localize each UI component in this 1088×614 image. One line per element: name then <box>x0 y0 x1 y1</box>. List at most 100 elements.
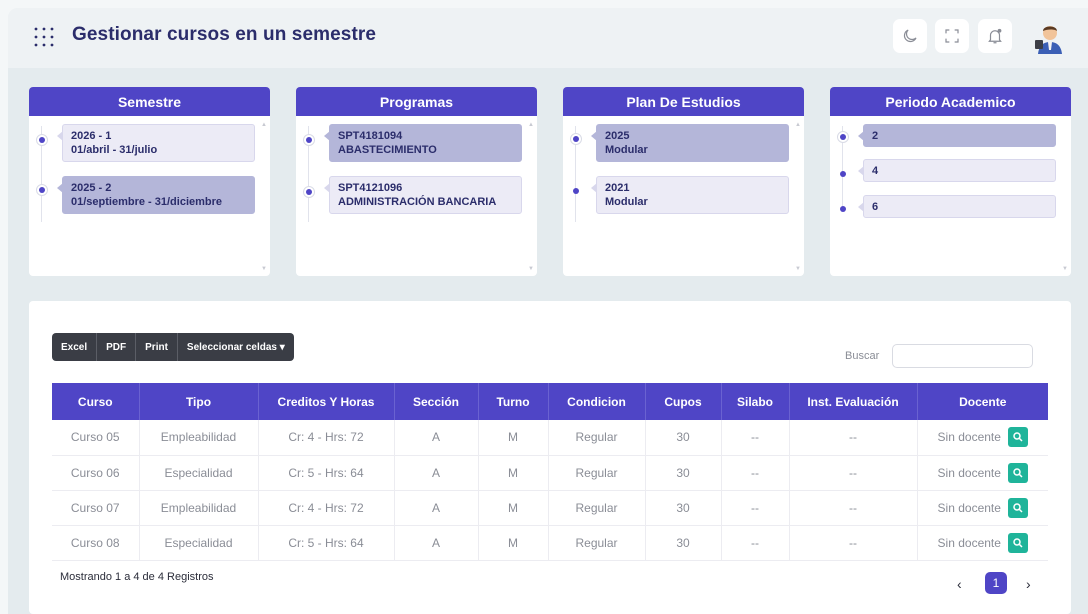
scroll-up-icon[interactable]: ▲ <box>795 122 801 128</box>
semestre-option-selected[interactable]: 2025 - 2 01/septiembre - 31/diciembre <box>57 176 255 214</box>
plan-option-selected[interactable]: 2025 Modular <box>591 124 789 162</box>
card-title: Periodo Academico <box>830 87 1071 116</box>
cell-turno: M <box>478 490 549 526</box>
cell-docente: Sin docente <box>917 490 1048 526</box>
pagination-page-button[interactable]: 1 <box>985 572 1007 594</box>
item-code: SPT4181094 <box>338 130 403 142</box>
cell-condicion: Regular <box>548 525 646 561</box>
cell-inst-evaluacion: -- <box>789 490 918 526</box>
programa-option-selected[interactable]: SPT4181094 ABASTECIMIENTO <box>324 124 522 162</box>
assign-docente-button[interactable] <box>1007 462 1028 483</box>
grid-menu-icon[interactable] <box>32 25 56 49</box>
programa-option[interactable]: SPT4121096 ADMINISTRACIÓN BANCARIA <box>324 176 522 214</box>
item-code: 2021 <box>605 182 630 194</box>
cell-docente: Sin docente <box>917 525 1048 561</box>
item-detail: ADMINISTRACIÓN BANCARIA <box>338 196 497 208</box>
programas-card: Programas SPT4181094 ABASTECIMIENTO SPT4… <box>296 87 537 276</box>
search-label: Buscar <box>845 350 880 362</box>
search-icon <box>1013 432 1023 442</box>
user-avatar[interactable] <box>1032 18 1068 54</box>
select-cells-dropdown[interactable]: Seleccionar celdas ▾ <box>178 333 294 361</box>
pdf-button[interactable]: PDF <box>97 333 137 361</box>
assign-docente-button[interactable] <box>1007 497 1028 518</box>
search-input[interactable] <box>892 344 1033 368</box>
cell-inst-evaluacion: -- <box>789 525 918 561</box>
plan-estudios-card: Plan De Estudios 2025 Modular 2021 Modul… <box>563 87 804 276</box>
periodo-option-selected[interactable]: 2 <box>858 124 1056 147</box>
periodo-option[interactable]: 4 <box>858 159 1056 182</box>
assign-docente-button[interactable] <box>1007 427 1028 448</box>
cell-seccion: A <box>394 490 479 526</box>
item-code: SPT4121096 <box>338 182 403 194</box>
top-header: Gestionar cursos en un semestre <box>8 8 1088 68</box>
table-row: Curso 07 Empleabilidad Cr: 4 - Hrs: 72 A… <box>52 490 1048 526</box>
periodo-timeline: 2 4 6 ▼ <box>830 116 1071 276</box>
col-cupos[interactable]: Cupos <box>645 383 722 420</box>
excel-button[interactable]: Excel <box>52 333 98 361</box>
cell-tipo: Empleabilidad <box>139 420 259 456</box>
search-icon <box>1013 502 1023 513</box>
scroll-up-icon[interactable]: ▲ <box>528 122 534 128</box>
cell-cupos: 30 <box>645 420 722 456</box>
timeline-dot <box>570 133 582 145</box>
col-docente[interactable]: Docente <box>917 383 1048 420</box>
assign-docente-button[interactable] <box>1007 532 1028 553</box>
docente-text: Sin docente <box>937 465 1001 480</box>
scroll-down-icon[interactable]: ▼ <box>795 266 801 272</box>
cell-cupos: 30 <box>645 455 722 491</box>
timeline-dot <box>839 205 847 213</box>
notifications-button[interactable] <box>978 19 1012 53</box>
col-curso[interactable]: Curso <box>52 383 140 420</box>
cell-tipo: Empleabilidad <box>139 490 259 526</box>
docente-text: Sin docente <box>937 500 1001 515</box>
cell-condicion: Regular <box>548 455 646 491</box>
plan-option[interactable]: 2021 Modular <box>591 176 789 214</box>
periodo-academico-card: Periodo Academico 2 4 6 ▼ <box>830 87 1071 276</box>
cell-seccion: A <box>394 525 479 561</box>
item-code: 2025 - 2 <box>71 182 112 194</box>
col-turno[interactable]: Turno <box>478 383 549 420</box>
cell-silabo: -- <box>721 525 790 561</box>
col-condicion[interactable]: Condicion <box>548 383 646 420</box>
col-tipo[interactable]: Tipo <box>139 383 259 420</box>
cell-docente: Sin docente <box>917 420 1048 456</box>
fullscreen-button[interactable] <box>935 19 969 53</box>
cell-condicion: Regular <box>548 420 646 456</box>
bell-icon <box>988 28 1002 44</box>
table-row: Curso 05 Empleabilidad Cr: 4 - Hrs: 72 A… <box>52 420 1048 456</box>
cell-curso: Curso 07 <box>52 490 140 526</box>
cell-seccion: A <box>394 420 479 456</box>
scroll-down-icon[interactable]: ▼ <box>261 266 267 272</box>
cell-inst-evaluacion: -- <box>789 420 918 456</box>
cell-turno: M <box>478 525 549 561</box>
cell-docente: Sin docente <box>917 455 1048 491</box>
scroll-down-icon[interactable]: ▼ <box>1062 266 1068 272</box>
table-header-row: Curso Tipo Creditos Y Horas Sección Turn… <box>52 383 1048 420</box>
scroll-up-icon[interactable]: ▲ <box>261 122 267 128</box>
semestre-option[interactable]: 2026 - 1 01/abril - 31/julio <box>57 124 255 162</box>
item-code: 6 <box>872 201 879 213</box>
col-silabo[interactable]: Silabo <box>721 383 790 420</box>
item-detail: Modular <box>605 196 648 208</box>
timeline-dot <box>36 184 48 196</box>
theme-toggle-button[interactable] <box>893 19 927 53</box>
item-code: 2026 - 1 <box>71 130 112 142</box>
pagination-prev-button[interactable]: ‹ <box>957 576 962 592</box>
item-detail: ABASTECIMIENTO <box>338 144 437 156</box>
pagination-next-button[interactable]: › <box>1026 576 1031 592</box>
print-button[interactable]: Print <box>136 333 178 361</box>
item-code: 2 <box>872 130 879 142</box>
search-icon <box>1013 537 1023 548</box>
card-title: Plan De Estudios <box>563 87 804 116</box>
app-shell: Gestionar cursos en un semestre Semestre… <box>8 8 1088 614</box>
periodo-option[interactable]: 6 <box>858 195 1056 218</box>
cell-tipo: Especialidad <box>139 525 259 561</box>
scroll-down-icon[interactable]: ▼ <box>528 266 534 272</box>
cell-creditos: Cr: 4 - Hrs: 72 <box>258 490 395 526</box>
col-creditos[interactable]: Creditos Y Horas <box>258 383 395 420</box>
cell-creditos: Cr: 5 - Hrs: 64 <box>258 455 395 491</box>
cell-silabo: -- <box>721 455 790 491</box>
export-button-group: Excel PDF Print Seleccionar celdas ▾ <box>52 333 294 361</box>
col-seccion[interactable]: Sección <box>394 383 479 420</box>
col-inst-evaluacion[interactable]: Inst. Evaluación <box>789 383 918 420</box>
